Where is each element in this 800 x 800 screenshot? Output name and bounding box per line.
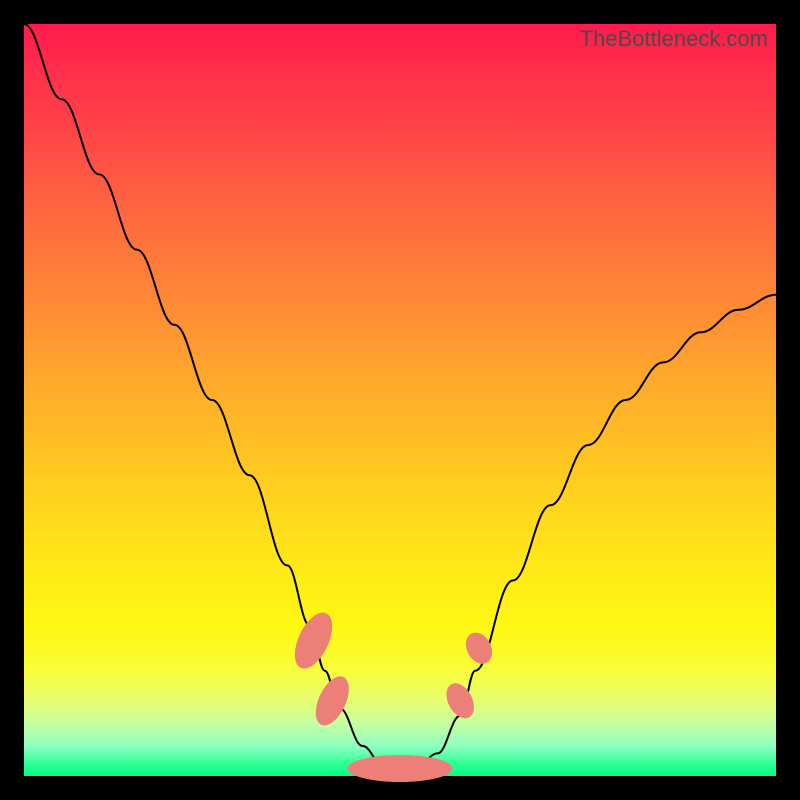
bottleneck-curve	[24, 24, 776, 776]
chart-plot-area: TheBottleneck.com	[24, 24, 776, 776]
bottom-blob	[347, 755, 452, 782]
left-blob-upper	[287, 607, 340, 674]
right-blob-lower	[441, 679, 480, 723]
chart-frame: TheBottleneck.com	[0, 0, 800, 800]
marker-group	[287, 607, 497, 782]
curve-layer	[24, 24, 776, 776]
